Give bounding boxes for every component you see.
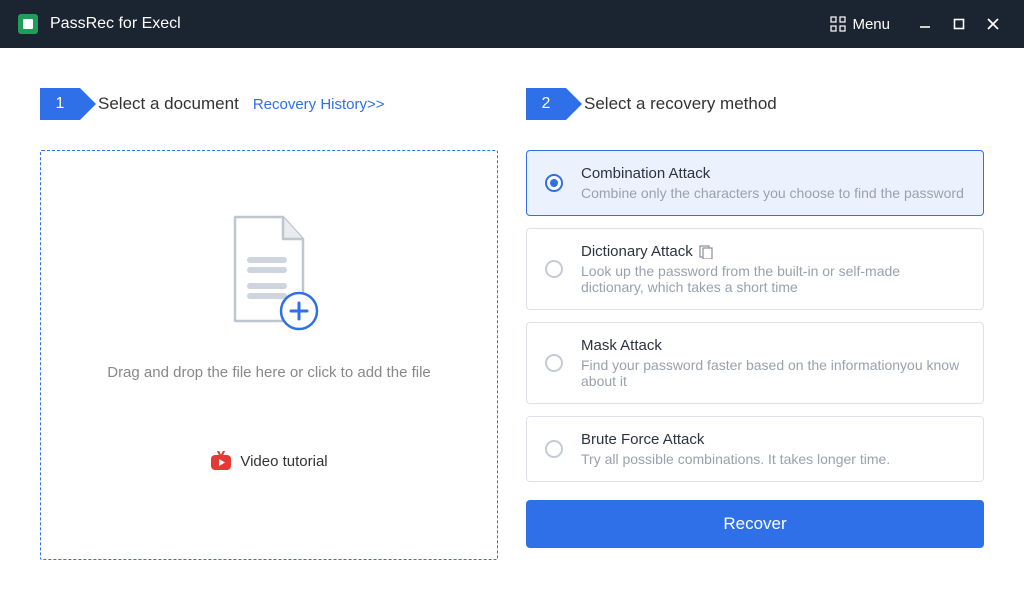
method-desc: Find your password faster based on the i… — [581, 357, 965, 389]
step2-header: 2 Select a recovery method — [526, 88, 984, 120]
radio-icon — [545, 354, 563, 372]
titlebar: PassRec for Execl Menu — [0, 0, 1024, 48]
method-title: Combination Attack — [581, 165, 965, 182]
maximize-button[interactable] — [942, 0, 976, 48]
video-tutorial-icon — [210, 451, 232, 471]
method-title-text: Dictionary Attack — [581, 243, 693, 260]
method-desc: Combine only the characters you choose t… — [581, 185, 965, 201]
method-mask-attack[interactable]: Mask Attack Find your password faster ba… — [526, 322, 984, 404]
menu-grid-icon — [830, 16, 846, 32]
method-title: Mask Attack — [581, 337, 965, 354]
method-title: Brute Force Attack — [581, 431, 965, 448]
main-content: 1 Select a document Recovery History>> — [0, 48, 1024, 590]
menu-button[interactable]: Menu — [830, 16, 890, 33]
step1-header: 1 Select a document Recovery History>> — [40, 88, 498, 120]
step1-panel: 1 Select a document Recovery History>> — [40, 88, 498, 560]
radio-icon — [545, 440, 563, 458]
radio-icon — [545, 260, 563, 278]
close-icon — [986, 17, 1000, 31]
step1-number: 1 — [40, 88, 80, 120]
method-desc: Look up the password from the built-in o… — [581, 263, 965, 295]
app-window: PassRec for Execl Menu — [0, 0, 1024, 590]
step1-title: Select a document — [98, 94, 239, 114]
method-dictionary-attack[interactable]: Dictionary Attack Look up the password f… — [526, 228, 984, 310]
method-combination-attack[interactable]: Combination Attack Combine only the char… — [526, 150, 984, 216]
document-add-icon — [219, 211, 319, 336]
recovery-history-link[interactable]: Recovery History>> — [253, 96, 385, 113]
video-tutorial-link[interactable]: Video tutorial — [210, 451, 327, 471]
step2-number: 2 — [526, 88, 566, 120]
dropzone-text: Drag and drop the file here or click to … — [107, 364, 431, 381]
step2-panel: 2 Select a recovery method Combination A… — [526, 88, 984, 560]
video-tutorial-label: Video tutorial — [240, 453, 327, 470]
minimize-icon — [918, 17, 932, 31]
close-button[interactable] — [976, 0, 1010, 48]
dictionary-file-icon — [699, 245, 713, 259]
menu-label: Menu — [852, 16, 890, 33]
recover-button[interactable]: Recover — [526, 500, 984, 548]
maximize-icon — [952, 17, 966, 31]
method-title: Dictionary Attack — [581, 243, 965, 260]
step2-title: Select a recovery method — [584, 94, 777, 114]
method-brute-force-attack[interactable]: Brute Force Attack Try all possible comb… — [526, 416, 984, 482]
recovery-method-list: Combination Attack Combine only the char… — [526, 150, 984, 482]
app-title: PassRec for Execl — [50, 15, 181, 33]
radio-icon — [545, 174, 563, 192]
minimize-button[interactable] — [908, 0, 942, 48]
file-dropzone[interactable]: Drag and drop the file here or click to … — [40, 150, 498, 560]
method-desc: Try all possible combinations. It takes … — [581, 451, 965, 467]
app-logo-icon — [18, 14, 38, 34]
